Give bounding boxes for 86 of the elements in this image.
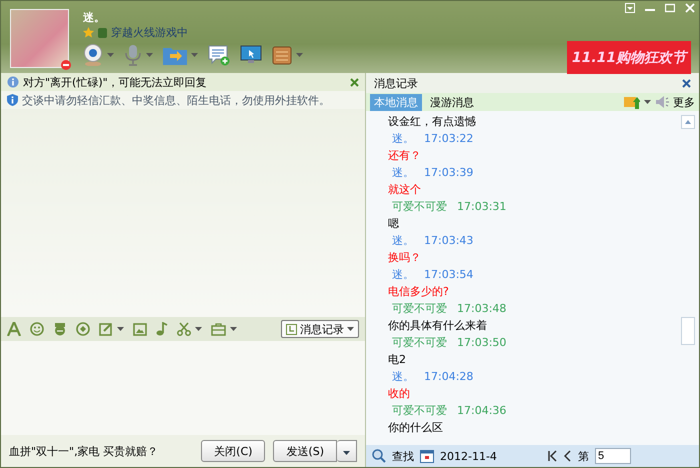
folder-icon[interactable] xyxy=(163,45,187,65)
message-time: 17:03:50 xyxy=(457,335,506,351)
page-label: 第 xyxy=(578,448,589,464)
message-time: 17:04:36 xyxy=(457,403,506,419)
page-number-field[interactable]: 5 xyxy=(595,448,631,464)
first-page-icon[interactable] xyxy=(548,450,558,462)
sender-name: 可爱不可爱 xyxy=(392,301,447,317)
message-time: 17:03:31 xyxy=(457,199,506,215)
message-time: 17:03:43 xyxy=(424,233,474,249)
message-time: 17:04:28 xyxy=(424,369,474,385)
star-icon[interactable] xyxy=(83,26,94,38)
message-time: 17:03:54 xyxy=(424,267,474,283)
message-text: 你的具体有什么来着 xyxy=(388,318,488,334)
busy-status-icon xyxy=(61,60,71,70)
history-tab[interactable]: 漫游消息 xyxy=(426,94,478,110)
briefcase-icon[interactable] xyxy=(211,322,226,336)
more-link[interactable]: 更多 xyxy=(673,94,695,110)
sender-name: 可爱不可爱 xyxy=(392,403,447,419)
previous-page-icon[interactable] xyxy=(564,450,572,462)
message-text: 收的 xyxy=(388,386,411,402)
info-icon xyxy=(7,76,19,88)
caret-icon[interactable] xyxy=(644,100,651,104)
message-input[interactable] xyxy=(1,341,365,435)
webcam-icon[interactable] xyxy=(83,44,103,66)
panel-title: 消息记录 xyxy=(374,76,418,90)
toolbox-icon[interactable] xyxy=(272,45,292,65)
message-text: 电信多少的? xyxy=(388,284,450,300)
scroll-up-icon[interactable] xyxy=(681,115,695,129)
message-text: 换吗？ xyxy=(388,250,422,266)
caret-icon[interactable] xyxy=(107,53,114,57)
ad-text-link[interactable]: 血拼"双十一",家电 买贵就赔？ xyxy=(9,444,194,458)
scrollbar-thumb[interactable] xyxy=(681,317,695,345)
message-text: 还有？ xyxy=(388,148,422,164)
maximize-icon[interactable] xyxy=(665,3,675,13)
caret-icon[interactable] xyxy=(117,327,124,331)
image-icon[interactable] xyxy=(133,322,147,336)
calendar-icon[interactable] xyxy=(420,449,434,463)
message-text: 嗯 xyxy=(388,216,400,232)
smiley-icon[interactable] xyxy=(30,322,44,336)
sender-name: 迷。 xyxy=(392,131,414,147)
music-note-icon[interactable] xyxy=(156,322,168,336)
message-text: 就这个 xyxy=(388,182,422,198)
caret-icon[interactable] xyxy=(146,53,153,57)
speaker-icon[interactable] xyxy=(655,95,669,109)
caret-icon[interactable] xyxy=(296,53,303,57)
message-text: 电2 xyxy=(388,352,407,368)
message-text: 设金红，有点遗憾 xyxy=(388,114,477,130)
notice-text: 交谈中请勿轻信汇款、中奖信息、陌生电话，勿使用外挂软件。 xyxy=(22,92,330,108)
notice-text: 对方"离开(忙碌)"，可能无法立即回复 xyxy=(23,74,207,90)
send-button[interactable]: 发送(S) xyxy=(273,440,337,462)
font-icon[interactable] xyxy=(7,322,21,336)
avatar-photo[interactable] xyxy=(10,9,69,68)
dropdown-caret-icon[interactable] xyxy=(347,327,354,331)
caret-icon[interactable] xyxy=(195,327,202,331)
message-time: 17:03:22 xyxy=(424,131,474,147)
message-time: 17:03:48 xyxy=(457,301,506,317)
sender-name: 迷。 xyxy=(392,165,414,181)
search-icon[interactable] xyxy=(372,449,386,463)
message-history-button[interactable]: 消息记录 xyxy=(281,320,359,338)
sender-name: 迷。 xyxy=(392,369,414,385)
message-add-icon[interactable] xyxy=(208,44,230,66)
sender-name: 可爱不可爱 xyxy=(392,199,447,215)
shield-icon xyxy=(7,94,18,106)
monitor-icon[interactable] xyxy=(240,45,262,65)
close-button[interactable]: 关闭(C) xyxy=(201,440,266,462)
date-text[interactable]: 2012-11-4 xyxy=(440,450,497,462)
sender-name: 迷。 xyxy=(392,267,414,283)
scissors-icon[interactable] xyxy=(177,322,191,336)
close-icon[interactable] xyxy=(350,78,359,86)
skin-menu-icon[interactable] xyxy=(625,3,635,13)
message-text: 你的什么区 xyxy=(388,420,444,436)
message-time: 17:03:39 xyxy=(424,165,474,181)
search-link[interactable]: 查找 xyxy=(392,448,414,464)
edit-icon[interactable] xyxy=(99,322,113,336)
export-icon[interactable] xyxy=(624,95,640,109)
caret-icon[interactable] xyxy=(230,327,237,331)
close-icon[interactable] xyxy=(682,78,691,88)
caret-icon[interactable] xyxy=(191,53,198,57)
sender-name: 可爱不可爱 xyxy=(392,335,447,351)
microphone-icon[interactable] xyxy=(124,44,142,66)
sender-name: 迷。 xyxy=(392,233,414,249)
send-options-button[interactable] xyxy=(337,440,357,462)
contact-name: 迷。 xyxy=(83,10,106,23)
clock-icon xyxy=(286,324,297,334)
caret-icon xyxy=(343,450,350,454)
status-text: 穿越火线游戏中 xyxy=(111,24,188,40)
